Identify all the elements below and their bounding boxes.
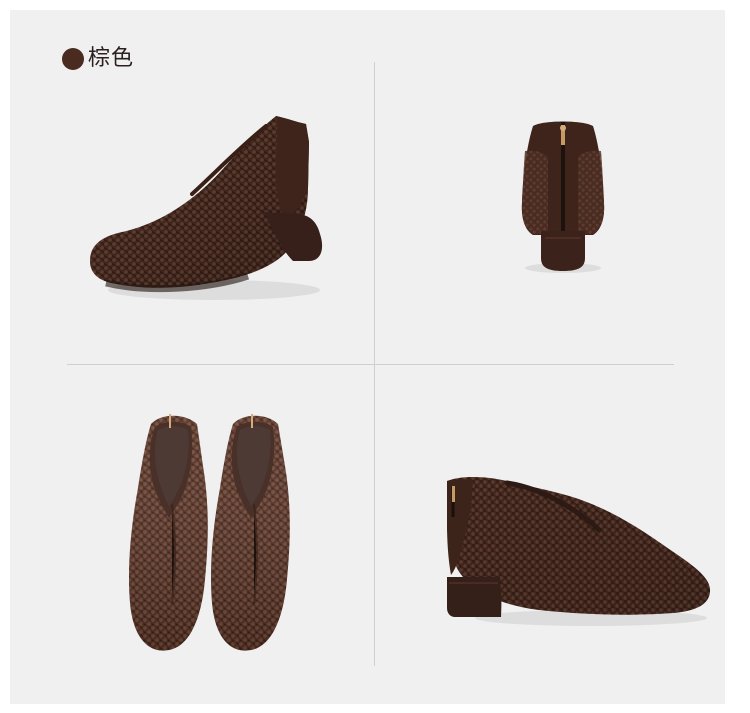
color-variant-label: 棕色: [62, 44, 134, 74]
product-image-panel: 棕色: [10, 10, 725, 704]
right-shoe-top-view: [210, 414, 290, 651]
shoe-side-view-right-image: [447, 476, 711, 626]
vertical-divider: [374, 62, 375, 666]
shoe-back-view-image: [521, 121, 605, 273]
shoe-pair-top-view-image: [128, 414, 290, 651]
product-color-detail-page: 棕色: [0, 0, 750, 713]
horizontal-divider: [67, 364, 674, 365]
color-swatch: [62, 48, 84, 70]
left-shoe-top-view: [128, 414, 208, 651]
shoe-side-view-left-image: [90, 116, 323, 300]
color-name: 棕色: [88, 46, 135, 71]
